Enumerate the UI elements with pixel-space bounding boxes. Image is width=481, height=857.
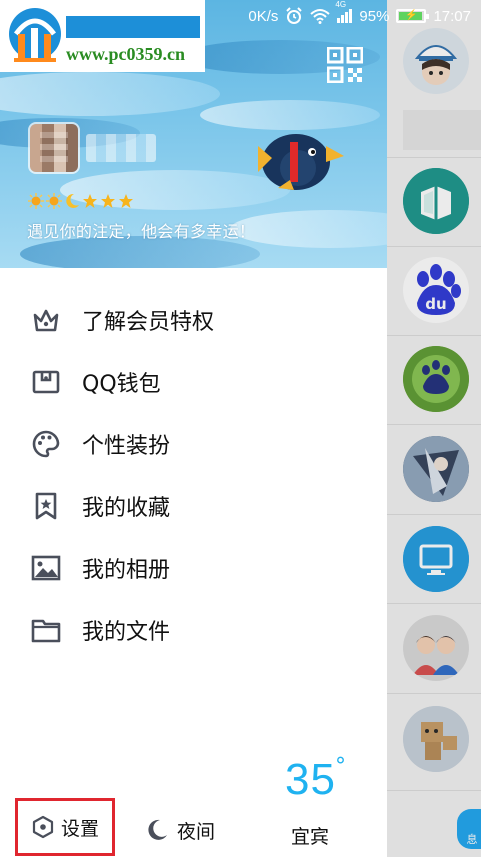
couple-icon bbox=[403, 615, 469, 681]
battery-icon: ⚡ bbox=[396, 9, 430, 23]
weather-city: 宜宾 bbox=[291, 826, 330, 848]
fish-decoration bbox=[200, 100, 380, 130]
messages-tab-partial[interactable]: 息 bbox=[457, 809, 481, 849]
menu-item-files[interactable]: 我的文件 bbox=[0, 599, 387, 661]
avatar[interactable] bbox=[30, 124, 78, 172]
profile-signature[interactable]: 遇见你的注定，他会有多幸运！ bbox=[27, 218, 255, 242]
sun-icon bbox=[28, 193, 44, 209]
moon-icon bbox=[66, 193, 79, 208]
palette-icon bbox=[30, 428, 62, 460]
wallet-icon bbox=[30, 366, 62, 398]
baidu-paw-icon: du bbox=[417, 264, 461, 315]
weather-degree-symbol: ° bbox=[335, 754, 346, 779]
chat-avatar-danbo[interactable] bbox=[403, 706, 469, 772]
settings-label: 设置 bbox=[60, 817, 99, 840]
chat-divider bbox=[387, 693, 481, 694]
messages-tab-label: 息 bbox=[466, 833, 478, 846]
chat-avatar-leaves[interactable] bbox=[403, 346, 469, 412]
side-drawer: 遇见你的注定，他会有多幸运！ 了解会员特权 QQ钱包 个性装扮 我的收藏 我的相… bbox=[0, 0, 387, 857]
watermark-bar bbox=[66, 16, 200, 38]
image-icon bbox=[30, 552, 62, 584]
cellular-signal-icon: 4G bbox=[335, 0, 353, 23]
network-speed: 0K/s bbox=[248, 7, 279, 25]
menu-item-label: 了解会员特权 bbox=[82, 310, 215, 335]
drawer-bottom-bar: 设置 夜间 35 ° 宜宾 bbox=[0, 754, 387, 857]
weather-temperature: 35 bbox=[285, 755, 336, 804]
penguin-icon bbox=[258, 134, 344, 190]
chat-avatar-couple[interactable] bbox=[403, 615, 469, 681]
battery-percent: 95% bbox=[359, 7, 390, 25]
chat-divider bbox=[387, 514, 481, 515]
folder-icon bbox=[30, 614, 62, 646]
qr-code-icon[interactable] bbox=[327, 47, 363, 83]
settings-hexagon-icon bbox=[32, 815, 54, 839]
alarm-clock-icon bbox=[286, 7, 303, 24]
chat-avatar-anime-boy[interactable] bbox=[403, 28, 469, 94]
chat-avatar-book[interactable] bbox=[403, 168, 469, 234]
leaves-paw-icon bbox=[403, 346, 469, 412]
star-icon bbox=[101, 194, 115, 208]
chat-avatar-baidu[interactable]: du bbox=[403, 257, 469, 323]
fish-decoration bbox=[0, 72, 220, 116]
sun-icon bbox=[46, 193, 62, 209]
wifi-icon bbox=[310, 9, 331, 24]
menu-item-qq-wallet[interactable]: QQ钱包 bbox=[0, 351, 387, 413]
menu-item-label: 个性装扮 bbox=[82, 434, 171, 459]
chat-preview-placeholder bbox=[403, 110, 481, 150]
menu-item-vip-privileges[interactable]: 了解会员特权 bbox=[0, 289, 387, 351]
menu-item-album[interactable]: 我的相册 bbox=[0, 537, 387, 599]
star-icon bbox=[83, 194, 97, 208]
moon-icon bbox=[148, 819, 167, 840]
menu-item-label: 我的相册 bbox=[82, 558, 171, 583]
nickname-blurred[interactable] bbox=[86, 134, 156, 162]
menu-item-label: 我的文件 bbox=[82, 620, 171, 645]
chat-avatar-anime-girl[interactable] bbox=[403, 436, 469, 502]
watermark-url: www.pc0359.cn bbox=[66, 44, 186, 64]
site-watermark: www.pc0359.cn bbox=[0, 0, 205, 72]
chat-divider bbox=[387, 603, 481, 604]
drawer-menu: 了解会员特权 QQ钱包 个性装扮 我的收藏 我的相册 我的文件 bbox=[0, 289, 387, 661]
chat-divider bbox=[387, 246, 481, 247]
watermark-logo-icon bbox=[9, 8, 61, 62]
crown-icon bbox=[30, 304, 62, 336]
menu-item-personalize[interactable]: 个性装扮 bbox=[0, 413, 387, 475]
book-icon bbox=[403, 168, 469, 234]
anime-girl-icon bbox=[403, 436, 469, 502]
chat-list-backdrop[interactable]: du 息 bbox=[387, 0, 481, 857]
night-mode-button[interactable]: 夜间 bbox=[145, 810, 215, 850]
star-icon bbox=[119, 194, 133, 208]
menu-item-favorites[interactable]: 我的收藏 bbox=[0, 475, 387, 537]
anime-boy-icon bbox=[403, 28, 469, 94]
status-bar: 0K/s 4G 95% ⚡ 17:07 bbox=[205, 0, 481, 32]
monitor-icon bbox=[403, 526, 469, 592]
svg-text:du: du bbox=[425, 295, 446, 313]
chat-divider bbox=[387, 335, 481, 336]
weather-widget[interactable]: 35 ° 宜宾 bbox=[283, 754, 363, 856]
qq-level-badges[interactable] bbox=[28, 193, 134, 209]
chat-divider bbox=[387, 157, 481, 158]
clock-time: 17:07 bbox=[433, 7, 471, 25]
network-type: 4G bbox=[335, 0, 347, 9]
chat-avatar-monitor[interactable] bbox=[403, 526, 469, 592]
night-mode-label: 夜间 bbox=[177, 820, 216, 843]
settings-button[interactable]: 设置 bbox=[15, 798, 115, 856]
menu-item-label: QQ钱包 bbox=[82, 372, 161, 397]
menu-item-label: 我的收藏 bbox=[82, 496, 171, 521]
danbo-icon bbox=[403, 706, 469, 772]
chat-divider bbox=[387, 790, 481, 791]
bookmark-star-icon bbox=[30, 490, 62, 522]
chat-divider bbox=[387, 424, 481, 425]
